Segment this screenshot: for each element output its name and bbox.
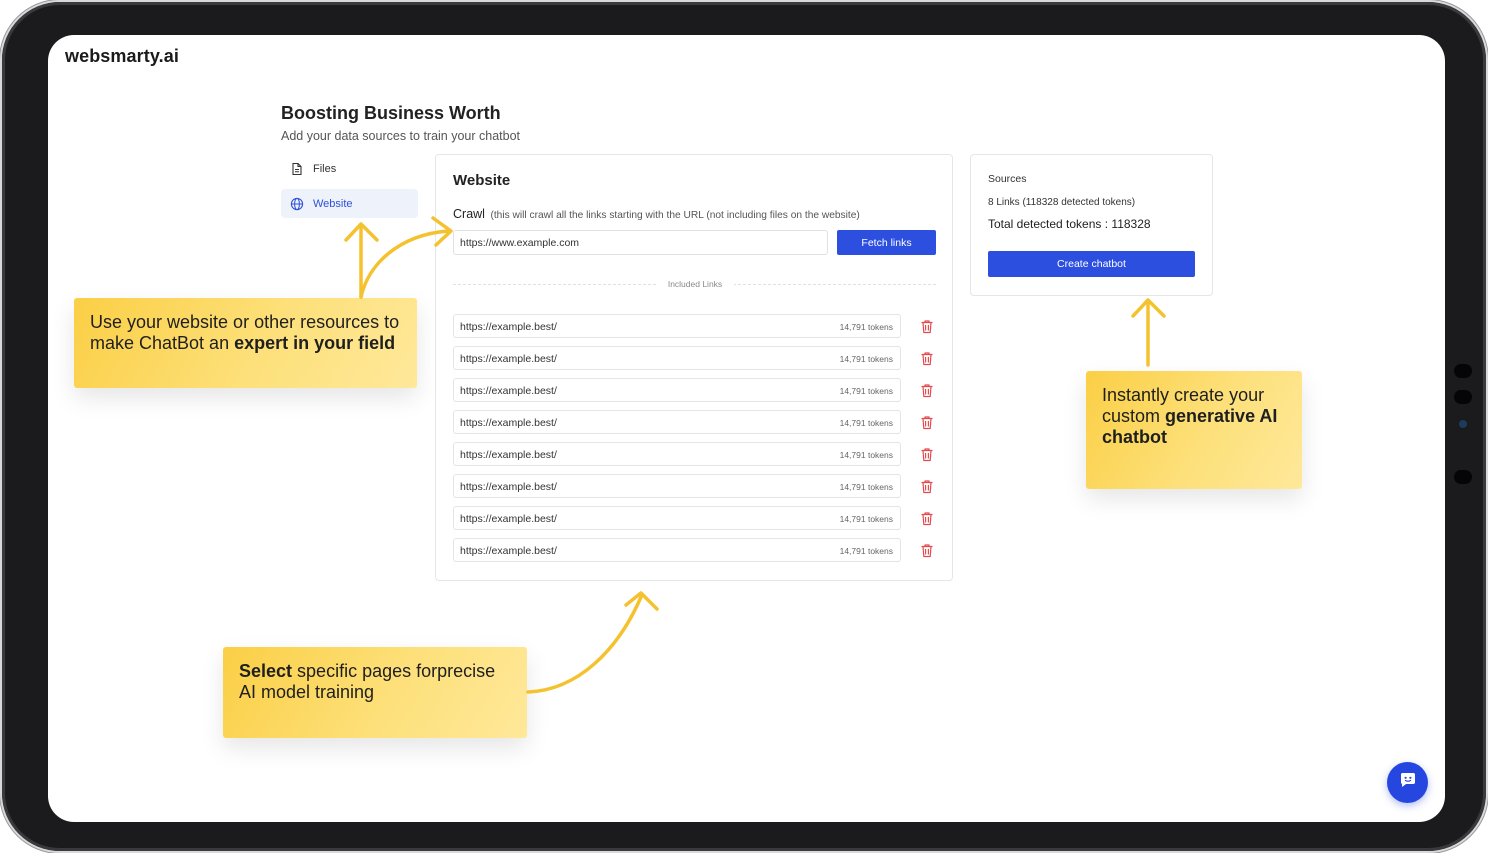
link-row[interactable]: https://example.best/14,791 tokens	[453, 346, 901, 370]
sidebar-item-files[interactable]: Files	[281, 154, 418, 183]
sources-total-tokens: Total detected tokens : 118328	[988, 217, 1151, 231]
trash-icon[interactable]	[920, 319, 934, 334]
link-tokens: 14,791 tokens	[839, 386, 893, 396]
link-row[interactable]: https://example.best/14,791 tokens	[453, 538, 901, 562]
link-url: https://example.best/	[460, 321, 557, 333]
side-button	[1454, 364, 1472, 378]
side-button	[1454, 390, 1472, 404]
chat-launcher-button[interactable]	[1387, 762, 1428, 803]
callout-create: Instantly create your custom generative …	[1086, 371, 1302, 489]
link-tokens: 14,791 tokens	[839, 418, 893, 428]
callout-website: Use your website or other resources to m…	[74, 298, 417, 388]
link-tokens: 14,791 tokens	[839, 482, 893, 492]
link-url: https://example.best/	[460, 385, 557, 397]
sidebar-item-label: Website	[313, 197, 353, 210]
arrow-head	[344, 222, 379, 242]
crawl-label: Crawl (this will crawl all the links sta…	[453, 207, 860, 221]
link-row[interactable]: https://example.best/14,791 tokens	[453, 474, 901, 498]
included-links-label: Included Links	[436, 279, 954, 289]
included-links-text: Included Links	[655, 279, 735, 289]
trash-icon[interactable]	[920, 447, 934, 462]
link-row[interactable]: https://example.best/14,791 tokens	[453, 442, 901, 466]
arrow-to-links	[526, 595, 643, 694]
link-url: https://example.best/	[460, 545, 557, 557]
link-tokens: 14,791 tokens	[839, 450, 893, 460]
chat-bot-icon	[1398, 770, 1418, 795]
page-title: Boosting Business Worth	[281, 103, 501, 123]
link-row[interactable]: https://example.best/14,791 tokens	[453, 378, 901, 402]
website-title: Website	[453, 172, 511, 189]
link-tokens: 14,791 tokens	[839, 322, 893, 332]
link-url: https://example.best/	[460, 417, 557, 429]
fetch-links-button[interactable]: Fetch links	[837, 230, 936, 255]
crawl-title: Crawl	[453, 207, 485, 221]
sources-links-summary: 8 Links (118328 detected tokens)	[988, 197, 1136, 208]
brand-logo[interactable]: websmarty.ai	[65, 46, 179, 67]
arrow-head	[624, 591, 659, 611]
sidebar-item-website[interactable]: Website	[281, 189, 418, 218]
sidebar-item-label: Files	[313, 162, 337, 175]
trash-icon[interactable]	[920, 543, 934, 558]
website-panel: Website Crawl (this will crawl all the l…	[435, 154, 953, 581]
sources-panel: Sources 8 Links (118328 detected tokens)…	[970, 154, 1213, 296]
link-tokens: 14,791 tokens	[839, 514, 893, 524]
tablet-frame: websmarty.ai Boosting Business Worth Add…	[2, 2, 1486, 851]
page-subtitle: Add your data sources to train your chat…	[281, 129, 521, 143]
screen: websmarty.ai Boosting Business Worth Add…	[48, 35, 1445, 822]
link-url: https://example.best/	[460, 513, 557, 525]
camera-dot	[1459, 420, 1467, 428]
trash-icon[interactable]	[920, 479, 934, 494]
sources-title: Sources	[988, 173, 1027, 185]
trash-icon[interactable]	[920, 351, 934, 366]
crawl-hint: (this will crawl all the links starting …	[490, 210, 860, 221]
callout-bold-text: expert in your field	[234, 333, 396, 353]
globe-icon	[290, 197, 304, 211]
link-url: https://example.best/	[460, 449, 557, 461]
link-url: https://example.best/	[460, 481, 557, 493]
side-button	[1454, 470, 1472, 484]
link-row[interactable]: https://example.best/14,791 tokens	[453, 410, 901, 434]
file-icon	[290, 162, 304, 176]
url-input[interactable]: https://www.example.com	[453, 230, 828, 255]
link-row[interactable]: https://example.best/14,791 tokens	[453, 506, 901, 530]
trash-icon[interactable]	[920, 511, 934, 526]
callout-bold-text: Select	[239, 661, 293, 681]
link-url: https://example.best/	[460, 353, 557, 365]
trash-icon[interactable]	[920, 415, 934, 430]
link-tokens: 14,791 tokens	[839, 354, 893, 364]
arrow-head	[1131, 298, 1166, 318]
trash-icon[interactable]	[920, 383, 934, 398]
link-row[interactable]: https://example.best/14,791 tokens	[453, 314, 901, 338]
callout-select: Select specific pages forprecise AI mode…	[223, 647, 527, 738]
create-chatbot-button[interactable]: Create chatbot	[988, 251, 1195, 277]
link-tokens: 14,791 tokens	[839, 546, 893, 556]
